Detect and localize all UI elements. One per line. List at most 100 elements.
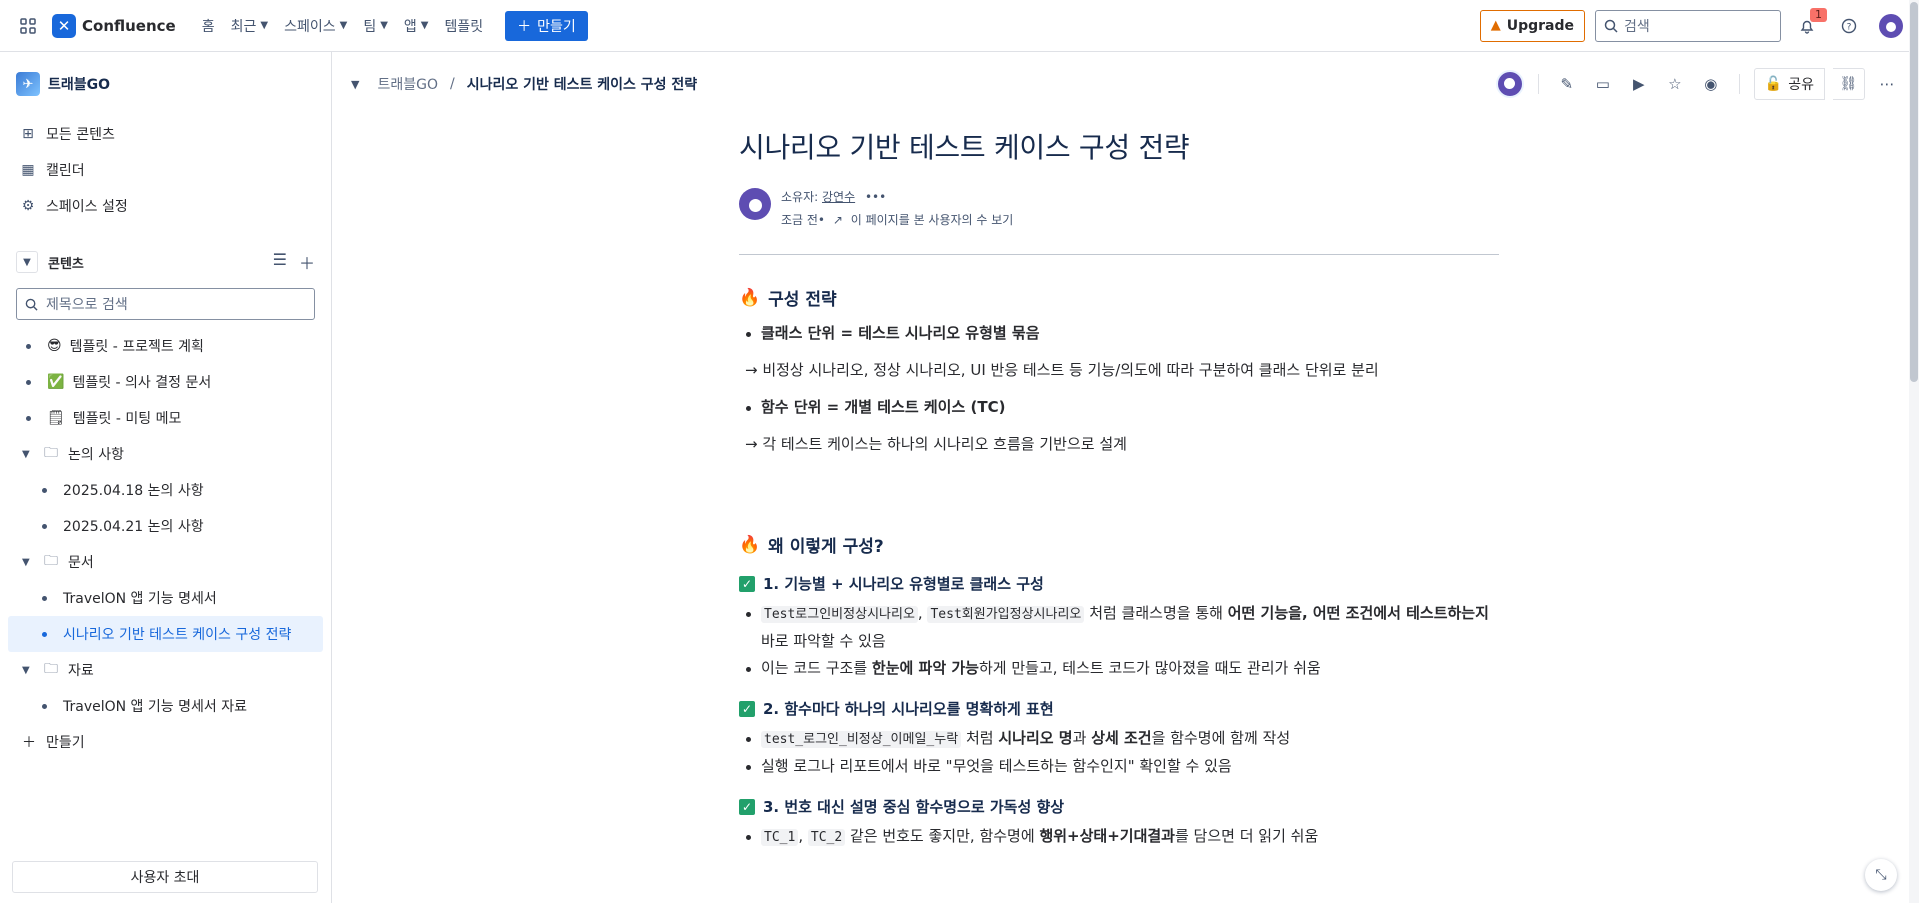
plus-icon: ＋: [517, 18, 532, 35]
breadcrumb-space[interactable]: 트래블GO: [377, 74, 438, 94]
search-input[interactable]: 검색: [1595, 9, 1781, 42]
sidebar: ✈ 트래블GO ⊞ 모든 콘텐츠 ▦ 캘린더 ⚙ 스페이스 설정 ▼ 콘텐츠 ☰ ＋ …: [0, 52, 332, 903]
watch-icon[interactable]: ◉: [1697, 70, 1725, 98]
bullet: [26, 379, 31, 385]
sidebar-create-button[interactable]: ＋ 만들기: [0, 724, 331, 760]
copy-link-icon[interactable]: ⛓: [1833, 68, 1865, 100]
create-button[interactable]: ＋ 만들기: [505, 10, 588, 41]
list-item: TC_1, TC_2 같은 번호도 좋지만, 함수명에 행위+상태+기대결과를 …: [739, 823, 1499, 851]
notifications-button[interactable]: 1: [1791, 7, 1827, 42]
check-icon: ✓: [739, 700, 755, 717]
tree-item-template-meeting-notes[interactable]: 🗒 템플릿 - 미팅 메모: [0, 400, 331, 436]
nav-spaces[interactable]: 스페이스 ▼: [276, 10, 355, 42]
scrollbar-thumb[interactable]: [1910, 2, 1918, 382]
breadcrumb-separator: /: [449, 76, 455, 92]
tree-folder-resources[interactable]: ▼ 🗀 자료: [0, 652, 331, 688]
notification-badge: 1: [1810, 7, 1827, 22]
chevron-down-icon[interactable]: ▼: [16, 251, 38, 273]
tree-item-test-strategy[interactable]: 시나리오 기반 테스트 케이스 구성 전략: [8, 616, 323, 652]
confluence-logo[interactable]: ✕ Confluence: [52, 13, 176, 38]
check-icon: ✓: [739, 575, 755, 592]
fire-icon: 🔥: [739, 287, 761, 308]
share-button[interactable]: 🔓 공유: [1753, 68, 1825, 100]
grid-icon: ⊞: [22, 126, 34, 142]
analytics-icon: ↗: [832, 213, 843, 227]
list-item: test_로그인_비정상_이메일_누락 처럼 시나리오 명과 상세 조건을 함수…: [739, 725, 1499, 753]
confluence-icon: ✕: [52, 13, 76, 38]
tree-item-discussion-0418[interactable]: 2025.04.18 논의 사항: [0, 472, 331, 508]
upgrade-button[interactable]: ▲ Upgrade: [1479, 9, 1585, 42]
sidebar-item-calendar[interactable]: ▦ 캘린더: [0, 152, 331, 188]
avatar[interactable]: [1495, 70, 1524, 98]
nav-home[interactable]: 홈: [194, 10, 223, 42]
space-logo-icon: ✈: [16, 72, 40, 96]
comment-icon[interactable]: ▭: [1589, 70, 1617, 98]
edit-icon[interactable]: ✎: [1553, 70, 1581, 98]
video-icon[interactable]: ▶: [1625, 70, 1653, 98]
main-content: ▼ 트래블GO / 시나리오 기반 테스트 케이스 구성 전략 ✎ ▭ ▶ ☆ …: [333, 52, 1919, 903]
owner-label: 소유자:: [781, 190, 819, 204]
invite-users-button[interactable]: 사용자 초대: [12, 861, 318, 893]
chevron-down-icon: ▼: [339, 20, 348, 31]
owner-name[interactable]: 강연수: [822, 190, 855, 204]
lock-icon: 🔓: [1764, 76, 1783, 92]
scrollbar[interactable]: [1909, 0, 1919, 903]
filter-icon[interactable]: ☰: [273, 250, 287, 274]
sidebar-item-all-content[interactable]: ⊞ 모든 콘텐츠: [0, 116, 331, 152]
space-name: 트래블GO: [48, 77, 111, 93]
bullet-list: Test로그인비정상시나리오, Test회원가입정상시나리오 처럼 클래스명을 …: [739, 600, 1499, 682]
help-button[interactable]: ?: [1833, 10, 1865, 42]
nav-teams[interactable]: 팀 ▼: [355, 10, 396, 42]
tree-folder-discussion[interactable]: ▼ 🗀 논의 사항: [0, 436, 331, 472]
avatar[interactable]: [739, 188, 771, 220]
tree-item-template-decision[interactable]: ✅ 템플릿 - 의사 결정 문서: [0, 364, 331, 400]
expand-icon[interactable]: ⤡: [1865, 859, 1897, 891]
more-icon[interactable]: •••: [865, 190, 886, 204]
nav-templates[interactable]: 템플릿: [437, 10, 492, 42]
nav-recent[interactable]: 최근 ▼: [223, 10, 276, 42]
section-heading: 🔥 구성 전략: [739, 287, 837, 311]
tree-item-template-project-plan[interactable]: 😎 템플릿 - 프로젝트 계획: [0, 328, 331, 364]
bullet: [42, 523, 47, 529]
app-switcher-icon[interactable]: [12, 10, 44, 42]
star-icon[interactable]: ☆: [1661, 70, 1689, 98]
chevron-down-icon: ▼: [260, 20, 269, 31]
page-actions: ✎ ▭ ▶ ☆ ◉ 🔓 공유 ⛓ ⋯: [1495, 68, 1901, 100]
list-item: 함수 단위 = 개별 테스트 케이스 (TC): [739, 394, 1499, 421]
sidebar-item-space-settings[interactable]: ⚙ 스페이스 설정: [0, 188, 331, 224]
tree-item-feature-spec[interactable]: TravelON 앱 기능 명세서: [0, 580, 331, 616]
paragraph: → 각 테스트 케이스는 하나의 시나리오 흐름을 기반으로 설계: [745, 435, 1127, 453]
folder-icon: 🗀: [44, 553, 58, 569]
bullet: [42, 703, 47, 709]
divider: [739, 254, 1499, 255]
product-name: Confluence: [82, 16, 176, 35]
chevron-down-icon[interactable]: ▼: [351, 78, 359, 91]
more-icon[interactable]: ⋯: [1873, 70, 1901, 98]
calendar-icon: ▦: [21, 162, 35, 178]
bullet-list: test_로그인_비정상_이메일_누락 처럼 시나리오 명과 상세 조건을 함수…: [739, 725, 1499, 780]
space-header[interactable]: ✈ 트래블GO: [0, 52, 331, 116]
byline: 소유자: 강연수 ••• 조금 전• ↗ 이 페이지를 본 사용자의 수 보기: [739, 188, 1499, 228]
tree-item-discussion-0421[interactable]: 2025.04.21 논의 사항: [0, 508, 331, 544]
chevron-down-icon[interactable]: ▼: [22, 557, 36, 568]
chevron-down-icon[interactable]: ▼: [22, 449, 36, 460]
nav-apps[interactable]: 앱 ▼: [396, 10, 437, 42]
top-navigation: ✕ Confluence 홈 최근 ▼ 스페이스 ▼ 팀 ▼ 앱 ▼ 템플릿 ＋ 만들기…: [0, 0, 1919, 52]
breadcrumb-page[interactable]: 시나리오 기반 테스트 케이스 구성 전략: [467, 74, 697, 94]
profile-button[interactable]: [1875, 10, 1907, 42]
content-section-header: ▼ 콘텐츠 ☰ ＋: [0, 242, 331, 282]
tree-folder-documents[interactable]: ▼ 🗀 문서: [0, 544, 331, 580]
tree-item-feature-spec-resources[interactable]: TravelON 앱 기능 명세서 자료: [0, 688, 331, 724]
content-title: 콘텐츠: [48, 256, 84, 272]
chevron-down-icon[interactable]: ▼: [22, 665, 36, 676]
search-icon: [25, 298, 38, 311]
list-item: 클래스 단위 = 테스트 시나리오 유형별 묶음: [739, 320, 1499, 347]
title-search-input[interactable]: 제목으로 검색: [16, 288, 315, 320]
viewers-link[interactable]: 이 페이지를 본 사용자의 수 보기: [851, 213, 1014, 227]
gear-icon: ⚙: [21, 198, 35, 214]
edited-time: 조금 전•: [781, 213, 826, 227]
folder-icon: 🗀: [44, 445, 58, 461]
plus-icon[interactable]: ＋: [299, 250, 315, 274]
page-title: 시나리오 기반 테스트 케이스 구성 전략: [739, 131, 1190, 164]
section-heading: 🔥 왜 이렇게 구성?: [739, 534, 884, 558]
